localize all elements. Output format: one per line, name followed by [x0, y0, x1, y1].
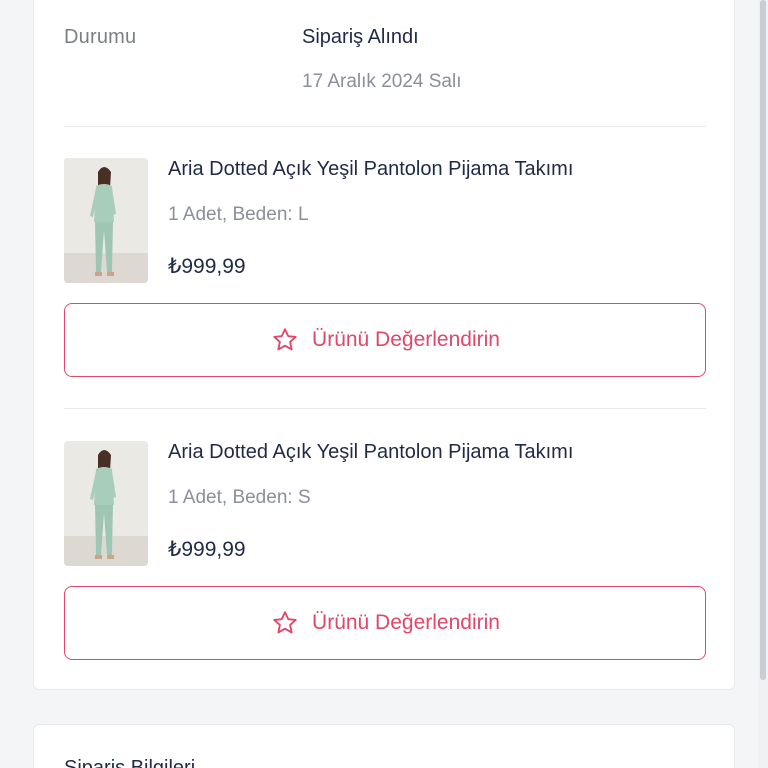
- product-thumbnail[interactable]: [64, 441, 148, 566]
- product-item: Aria Dotted Açık Yeşil Pantolon Pijama T…: [64, 158, 706, 388]
- product-price: ₺999,99: [168, 538, 246, 561]
- product-thumbnail[interactable]: [64, 158, 148, 283]
- status-value: Sipariş Alındı: [302, 26, 419, 48]
- status-row: Durumu Sipariş Alındı 17 Aralık 2024 Sal…: [64, 12, 704, 92]
- status-date: 17 Aralık 2024 Salı: [302, 71, 462, 92]
- product-price: ₺999,99: [168, 255, 246, 278]
- product-item: Aria Dotted Açık Yeşil Pantolon Pijama T…: [64, 441, 706, 671]
- rate-product-button[interactable]: Ürünü Değerlendirin: [64, 303, 706, 377]
- star-outline-icon: [270, 326, 300, 354]
- star-outline-icon: [270, 609, 300, 637]
- status-label: Durumu: [64, 26, 137, 48]
- rate-product-label: Ürünü Değerlendirin: [312, 328, 500, 351]
- divider: [64, 126, 706, 127]
- order-info-card: Sipariş Bilgileri: [33, 724, 735, 768]
- order-info-title: Sipariş Bilgileri: [64, 757, 196, 768]
- scrollbar[interactable]: [758, 0, 768, 768]
- rate-product-label: Ürünü Değerlendirin: [312, 611, 500, 634]
- divider: [64, 408, 706, 409]
- product-quantity-size: 1 Adet, Beden: S: [168, 487, 311, 508]
- product-name[interactable]: Aria Dotted Açık Yeşil Pantolon Pijama T…: [168, 158, 573, 181]
- product-name[interactable]: Aria Dotted Açık Yeşil Pantolon Pijama T…: [168, 441, 573, 464]
- rate-product-button[interactable]: Ürünü Değerlendirin: [64, 586, 706, 660]
- product-quantity-size: 1 Adet, Beden: L: [168, 204, 309, 225]
- scrollbar-thumb[interactable]: [760, 0, 766, 680]
- order-detail-card: Durumu Sipariş Alındı 17 Aralık 2024 Sal…: [33, 0, 735, 690]
